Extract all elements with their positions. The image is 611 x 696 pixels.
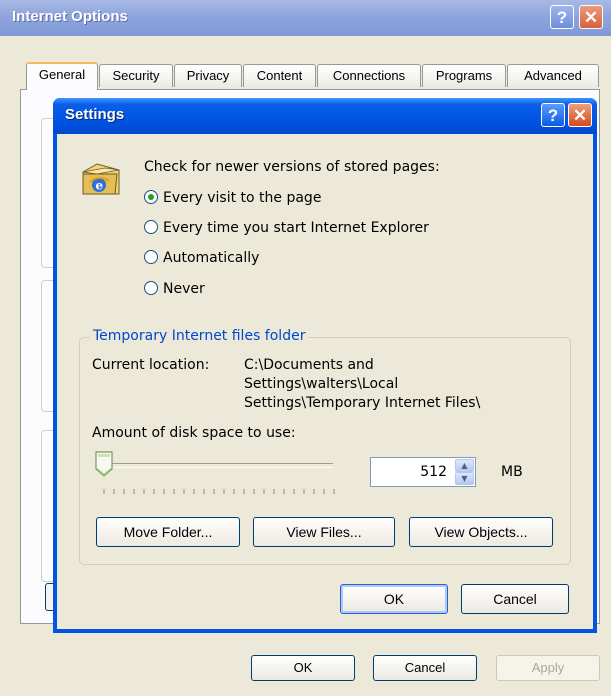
settings-help-button[interactable]: ?	[541, 103, 565, 127]
radio-label: Every time you start Internet Explorer	[163, 220, 429, 236]
settings-close-button[interactable]: ✕	[568, 103, 592, 127]
radio-button[interactable]	[144, 220, 158, 234]
settings-title-bar[interactable]: Settings ? ✕	[53, 98, 597, 134]
disk-space-unit: MB	[501, 464, 523, 480]
outer-ok-button[interactable]: OK	[251, 655, 355, 681]
radio-label: Every visit to the page	[163, 190, 322, 206]
tab-security[interactable]: Security	[99, 64, 173, 87]
tab-privacy[interactable]: Privacy	[174, 64, 242, 87]
radio-button[interactable]	[144, 250, 158, 264]
tab-advanced[interactable]: Advanced	[507, 64, 599, 87]
current-location-line: Settings\Temporary Internet Files\	[244, 395, 481, 411]
radio-every-start[interactable]: Every time you start Internet Explorer	[144, 218, 429, 238]
current-location-line: C:\Documents and	[244, 357, 374, 373]
outer-cancel-button[interactable]: Cancel	[373, 655, 477, 681]
settings-body: e Check for newer versions of stored pag…	[57, 134, 593, 629]
view-files-button[interactable]: View Files...	[253, 517, 395, 547]
svg-text:e: e	[96, 179, 104, 193]
outer-apply-button[interactable]: Apply	[496, 655, 600, 681]
outer-help-button[interactable]: ?	[550, 5, 574, 29]
disk-space-slider-track[interactable]	[103, 463, 333, 468]
tab-general[interactable]: General	[26, 62, 98, 90]
settings-title: Settings	[65, 106, 125, 123]
radio-never[interactable]: Never	[144, 279, 205, 299]
radio-label: Never	[163, 281, 205, 297]
radio-button[interactable]	[144, 281, 158, 295]
spin-up-icon[interactable]: ▲	[455, 459, 474, 472]
radio-label: Automatically	[163, 250, 260, 266]
radio-automatically[interactable]: Automatically	[144, 248, 259, 268]
tab-content[interactable]: Content	[243, 64, 316, 87]
temp-files-legend: Temporary Internet files folder	[90, 328, 309, 344]
current-location-label: Current location:	[92, 357, 210, 373]
settings-cancel-button[interactable]: Cancel	[461, 584, 569, 614]
slider-thumb[interactable]	[95, 451, 113, 477]
outer-title-bar[interactable]: Internet Options ? ✕	[0, 0, 611, 36]
settings-ok-button[interactable]: OK	[340, 584, 448, 614]
settings-dialog: Settings ? ✕ e Check for newer versions …	[53, 98, 597, 633]
radio-button-checked[interactable]	[144, 190, 158, 204]
disk-space-label: Amount of disk space to use:	[92, 425, 296, 441]
slider-ticks	[103, 489, 335, 494]
spin-down-icon[interactable]: ▼	[455, 472, 474, 485]
tab-programs[interactable]: Programs	[422, 64, 506, 87]
disk-space-spinner: ▲ ▼	[455, 459, 474, 485]
view-objects-button[interactable]: View Objects...	[409, 517, 553, 547]
current-location-line: Settings\walters\Local	[244, 376, 399, 392]
tab-connections[interactable]: Connections	[317, 64, 421, 87]
check-newer-label: Check for newer versions of stored pages…	[144, 159, 440, 175]
ie-folder-icon: e	[82, 163, 120, 195]
radio-every-visit[interactable]: Every visit to the page	[144, 188, 321, 208]
move-folder-button[interactable]: Move Folder...	[96, 517, 240, 547]
outer-window-title: Internet Options	[12, 8, 128, 25]
outer-close-button[interactable]: ✕	[579, 5, 603, 29]
